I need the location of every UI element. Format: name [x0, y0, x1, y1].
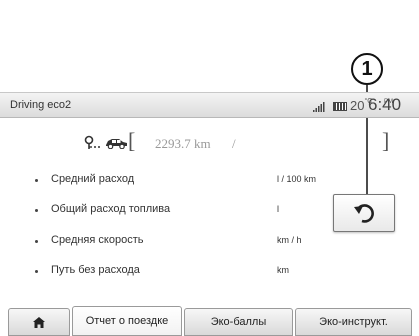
tab-eco-scores[interactable]: Эко-баллы	[184, 308, 293, 336]
bullet	[35, 240, 38, 243]
signal-icon	[313, 102, 325, 112]
distance-separator: /	[232, 136, 236, 151]
trip-distance-row: [ 2293.7 km / ]	[0, 128, 419, 158]
tab-eco-coaching[interactable]: Эко-инструкт.	[295, 308, 412, 336]
stat-unit: l	[277, 204, 279, 214]
stat-row-distance-no-consumption: Путь без расхода km	[0, 261, 330, 283]
stat-label: Средний расход	[51, 173, 135, 185]
screen-title: Driving eco2	[10, 99, 72, 111]
tab-trip-report[interactable]: Отчет о поездке	[72, 306, 182, 336]
stat-row-total-consumption: Общий расход топлива l	[0, 200, 330, 222]
callout-marker: 1	[351, 53, 383, 85]
clock: 6:40	[368, 95, 402, 114]
battery-icon	[333, 102, 347, 111]
distance-bracket-close: ]	[382, 128, 390, 153]
reset-button[interactable]	[333, 194, 395, 232]
callout-number: 1	[361, 57, 373, 80]
home-icon	[33, 316, 45, 328]
distance-bracket-open: [	[128, 128, 136, 153]
stat-row-average-speed: Средняя скорость km / h	[0, 231, 330, 253]
stat-label: Средняя скорость	[51, 234, 144, 246]
home-button[interactable]	[8, 308, 70, 336]
car-icon	[106, 139, 127, 149]
bullet	[35, 209, 38, 212]
stat-row-average-consumption: Средний расход l / 100 km	[0, 170, 330, 192]
stat-unit: km	[277, 265, 289, 275]
reset-icon	[354, 204, 374, 223]
stat-label: Путь без расхода	[51, 264, 140, 276]
stat-label: Общий расход топлива	[51, 203, 171, 215]
key-icon	[84, 135, 100, 149]
trip-distance: 2293.7 km	[155, 136, 211, 151]
bullet	[35, 270, 38, 273]
stat-unit: km / h	[277, 235, 302, 245]
trip-report-panel: [ 2293.7 km / ] Средний расход l / 100 k…	[0, 118, 419, 302]
stat-unit: l / 100 km	[277, 174, 317, 184]
bullet	[35, 179, 38, 182]
bottom-tab-bar: Отчет о поездке Эко-баллы Эко-инструкт.	[0, 302, 419, 336]
status-bar: Driving eco2 20°C PM 6:40	[0, 92, 419, 118]
